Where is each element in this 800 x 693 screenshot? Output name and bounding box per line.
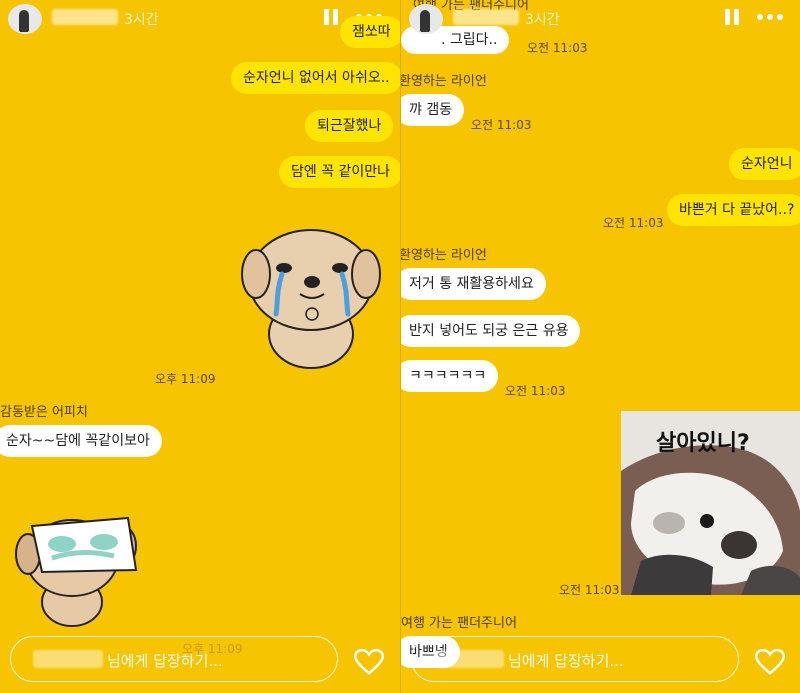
dog-towel-sticker — [15, 516, 138, 627]
reply-placeholder: 님에게 답장하기... — [508, 652, 624, 670]
reply-input[interactable]: 님에게 답장하기... — [10, 636, 338, 682]
pause-icon[interactable] — [725, 9, 739, 25]
reply-input[interactable]: 님에게 답장하기... — [411, 636, 739, 682]
their-message: 꺄 갬동 — [401, 94, 465, 126]
blurred-username — [33, 650, 103, 668]
heart-icon[interactable] — [354, 648, 384, 676]
crying-dog-sticker — [241, 229, 381, 369]
pause-icon[interactable] — [324, 9, 338, 25]
story-header: 3시간 — [401, 0, 800, 36]
time-ago: 3시간 — [525, 12, 560, 28]
timestamp: 오전 11:03 — [471, 118, 532, 132]
timestamp: 오전 11:03 — [527, 41, 588, 55]
my-message: 순자언니 — [729, 148, 800, 180]
my-message: 담엔 꼭 같이만나 — [279, 156, 400, 188]
their-message: 저거 통 재활용하세요 — [401, 268, 546, 300]
heart-icon[interactable] — [755, 648, 785, 676]
their-message: ㅋㅋㅋㅋㅋㅋ — [401, 360, 499, 392]
story-panel-left: 3시간 잼쏘따 순자언니 없어서 아쉬오.. 퇴근잘했나 담엔 꼭 같이만나 오… — [0, 0, 400, 693]
avatar[interactable] — [409, 4, 443, 34]
sender-name: 여행 가는 팬더주니어 — [401, 616, 517, 631]
time-ago: 3시간 — [124, 12, 159, 28]
blurred-username — [434, 650, 504, 668]
timestamp: 오전 11:03 — [603, 216, 664, 230]
timestamp: 오전 11:03 — [559, 583, 620, 597]
my-message: 순자언니 없어서 아쉬오.. — [231, 62, 400, 94]
story-screens: 3시간 잼쏘따 순자언니 없어서 아쉬오.. 퇴근잘했나 담엔 꼭 같이만나 오… — [0, 0, 800, 693]
timestamp: 오전 11:03 — [505, 384, 566, 398]
photo-caption: 살아있니? — [656, 431, 750, 456]
my-message: 잼쏘따 — [340, 16, 400, 48]
their-message: 순자~~담에 꼭같이보아 — [0, 425, 162, 457]
my-message: 바쁜거 다 끝났어..? — [667, 194, 800, 226]
my-message: 퇴근잘했나 — [305, 110, 394, 142]
their-message: 반지 넣어도 되궁 은근 유용 — [401, 315, 581, 347]
blurred-username — [453, 9, 519, 25]
sender-name: 환영하는 라이언 — [400, 248, 487, 263]
reply-placeholder: 님에게 답장하기... — [107, 652, 223, 670]
avatar[interactable] — [8, 4, 42, 34]
sender-name: 감동받은 어피치 — [0, 405, 88, 420]
timestamp: 오후 11:09 — [155, 372, 216, 386]
blurred-username — [52, 9, 118, 25]
more-icon[interactable] — [757, 14, 783, 20]
sender-name: 환영하는 라이언 — [400, 74, 487, 89]
